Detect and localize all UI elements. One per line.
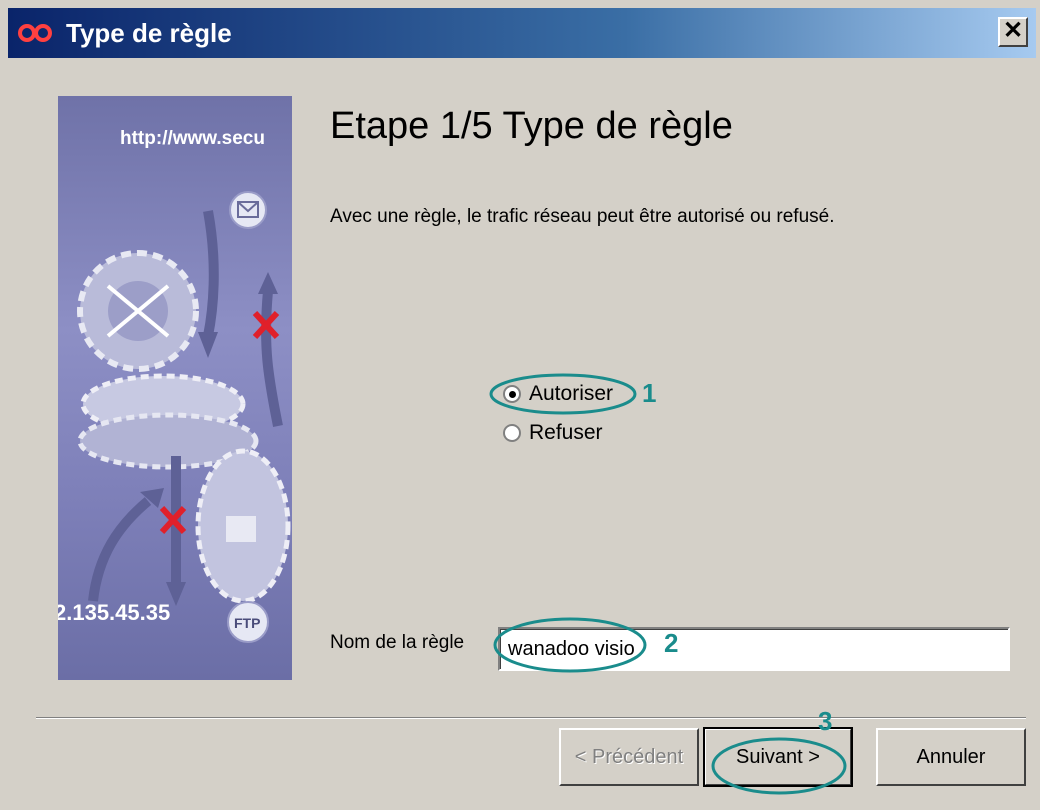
previous-button[interactable]: < Précédent [559, 728, 699, 786]
close-icon: ✕ [1002, 17, 1024, 44]
title-bar[interactable]: Type de règle ✕ [8, 8, 1036, 58]
ftp-badge-text: FTP [234, 615, 260, 631]
annotation-number-2: 2 [664, 628, 679, 658]
rule-name-input[interactable]: wanadoo visio [498, 627, 1010, 671]
step-heading: Etape 1/5 Type de règle [330, 105, 733, 147]
radio-deny-circle[interactable] [503, 424, 521, 442]
illustration-graphic: http://www.secu 2.135.45.35 FTP [58, 128, 291, 643]
rule-name-label: Nom de la règle [330, 632, 465, 653]
radio-deny[interactable]: Refuser [503, 421, 603, 445]
radio-allow-label[interactable]: Autoriser [529, 382, 613, 406]
mail-icon [229, 191, 267, 229]
radio-selected-dot [508, 390, 516, 398]
window-title: Type de règle [66, 18, 232, 48]
annotation-number-3: 3 [818, 706, 833, 736]
illustration-ip-text: 2.135.45.35 [58, 600, 170, 625]
ftp-icon: FTP [227, 601, 269, 643]
radio-allow[interactable]: Autoriser [503, 382, 613, 406]
step-description: Avec une règle, le trafic réseau peut êt… [330, 206, 835, 227]
annotation-number-1: 1 [642, 378, 657, 408]
radio-deny-label[interactable]: Refuser [529, 421, 603, 445]
side-illustration: http://www.secu 2.135.45.35 FTP [58, 96, 292, 680]
radio-allow-circle[interactable] [503, 385, 521, 403]
app-logo-icon [18, 24, 52, 42]
cancel-button[interactable]: Annuler [876, 728, 1026, 786]
close-button[interactable]: ✕ [998, 17, 1028, 47]
button-separator [36, 717, 1026, 719]
dialog-window: Type de règle ✕ http://www.secu 2.135.45… [0, 0, 1040, 810]
illustration-url-text: http://www.secu [120, 128, 265, 149]
